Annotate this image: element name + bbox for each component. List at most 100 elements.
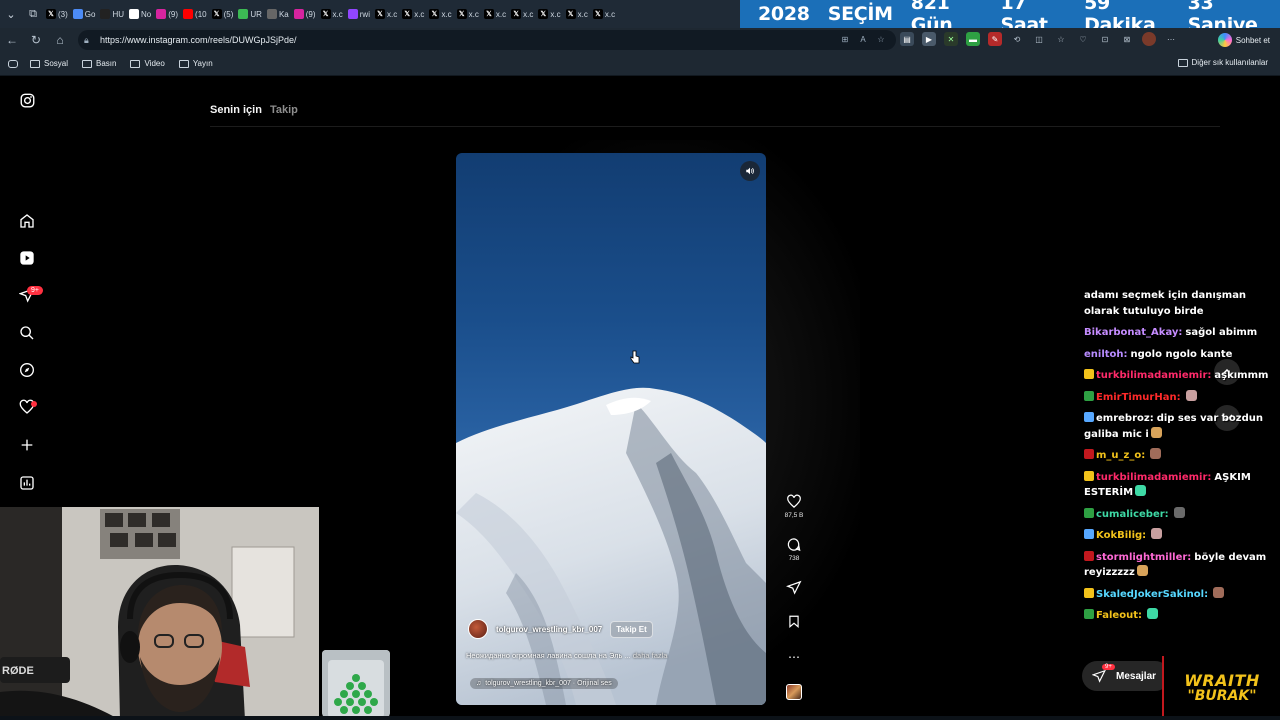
bookmark-folder[interactable]: Sosyal <box>30 59 68 68</box>
other-bookmarks[interactable]: Diğer sık kullanılanlar <box>1177 58 1268 67</box>
downloads-icon[interactable]: ⊠ <box>1120 32 1134 46</box>
browser-tab[interactable]: 𝕏x.c <box>400 3 426 25</box>
bookmark-folder[interactable]: Video <box>130 59 165 68</box>
extensions-puzzle-icon[interactable]: ⟲ <box>1010 32 1024 46</box>
folder-icon <box>30 59 40 68</box>
messages-button[interactable]: 9+ Mesajlar <box>1082 661 1170 691</box>
comment-button[interactable]: 738 <box>782 537 806 562</box>
reel-audio[interactable]: ♫ tolgurov_wrestling_kbr_007 · Orijinal … <box>470 678 618 689</box>
chat-badge-icon <box>1084 550 1094 561</box>
x-icon: 𝕏 <box>374 9 385 19</box>
extension-icon[interactable]: ✎ <box>988 32 1002 46</box>
chat-username[interactable]: turkbilimadamiemir: <box>1096 370 1211 381</box>
refresh-icon[interactable]: ↻ <box>24 28 48 52</box>
browser-tab[interactable]: HU <box>98 3 126 25</box>
chat-username[interactable]: eniltoh: <box>1084 349 1128 360</box>
home-icon[interactable]: ⌂ <box>48 28 72 52</box>
back-icon[interactable]: ← <box>0 28 24 52</box>
browser-tab[interactable]: 𝕏 (3) <box>44 3 70 25</box>
extension-icon[interactable]: ▤ <box>900 32 914 46</box>
chat-username[interactable]: stormlightmiller: <box>1096 552 1191 563</box>
reel-video[interactable]: tolgurov_wrestling_kbr_007 Takip Et Неож… <box>456 153 766 705</box>
browser-tab[interactable]: 𝕏x.c <box>482 3 508 25</box>
x-icon: 𝕏 <box>592 9 603 19</box>
browser-tab[interactable]: (9) <box>292 3 318 25</box>
tab-label: x.c <box>604 9 616 19</box>
chat-message: KokBilig: <box>1084 528 1270 544</box>
browser-tab[interactable]: 𝕏x.c <box>319 3 345 25</box>
browser-tab[interactable]: 𝕏x.c <box>455 3 481 25</box>
browser-tab[interactable]: 𝕏x.c <box>536 3 562 25</box>
split-screen-icon[interactable]: ◫ <box>1032 32 1046 46</box>
tab-actions-chevron-icon[interactable]: ⌄ <box>0 3 22 25</box>
author-avatar[interactable] <box>468 619 488 639</box>
browser-essentials-icon[interactable]: ⊡ <box>1098 32 1112 46</box>
chat-username[interactable]: KokBilig: <box>1096 530 1146 541</box>
favorites-icon[interactable]: ☆ <box>1054 32 1068 46</box>
copilot-button[interactable]: Sohbet et <box>1217 31 1270 49</box>
browser-tab[interactable]: 𝕏x.c <box>427 3 453 25</box>
chat-username[interactable]: EmirTimurHan: <box>1096 392 1181 403</box>
browser-tab[interactable]: 𝕏x.c <box>564 3 590 25</box>
x-icon: 𝕏 <box>483 9 494 19</box>
sidebar-toggle-icon[interactable] <box>8 59 18 68</box>
audio-thumbnail[interactable] <box>786 684 802 700</box>
x-icon: 𝕏 <box>320 9 331 19</box>
follow-button[interactable]: Takip Et <box>610 620 653 638</box>
home-icon[interactable] <box>18 212 36 230</box>
chat-username[interactable]: SkaledJokerSakinol: <box>1096 589 1208 600</box>
collections-icon[interactable]: ♡ <box>1076 32 1090 46</box>
create-plus-icon[interactable] <box>18 436 36 454</box>
tab-following[interactable]: Takip <box>270 104 298 116</box>
favorite-star-icon[interactable]: ☆ <box>874 32 888 46</box>
browser-tab[interactable]: (9) <box>154 3 180 25</box>
url-field[interactable]: 🔒︎ https://www.instagram.com/reels/DUWGp… <box>78 30 896 50</box>
chat-username[interactable]: Bikarbonat_Akay: <box>1084 327 1182 338</box>
like-button[interactable]: 87,5 B <box>782 494 806 519</box>
reels-icon[interactable] <box>18 249 36 267</box>
apps-icon[interactable]: ⊞ <box>838 32 852 46</box>
chat-username[interactable]: Faleout: <box>1096 610 1142 621</box>
countdown-election: SEÇİM <box>827 3 893 25</box>
author-username[interactable]: tolgurov_wrestling_kbr_007 <box>496 625 602 634</box>
search-icon[interactable] <box>18 324 36 342</box>
tab-for-you[interactable]: Senin için <box>210 104 262 116</box>
bookmark-folder[interactable]: Yayın <box>178 59 213 68</box>
extension-icon[interactable]: ▶ <box>922 32 936 46</box>
browser-tab[interactable]: rwi <box>346 3 372 25</box>
share-button[interactable] <box>782 580 806 595</box>
extension-icon[interactable]: ✕ <box>944 32 958 46</box>
youtube-icon <box>183 9 194 19</box>
more-menu-icon[interactable]: ⋯ <box>1164 32 1178 46</box>
sound-toggle-icon[interactable] <box>740 161 760 181</box>
bookmark-folder[interactable]: Basın <box>82 59 116 68</box>
folder-icon <box>178 59 189 68</box>
extension-icon[interactable]: ▬ <box>966 32 980 46</box>
workspaces-icon[interactable]: ⧉ <box>22 3 44 25</box>
read-aloud-icon[interactable]: A <box>856 32 870 46</box>
shop-icon <box>238 9 249 19</box>
browser-tab[interactable]: No <box>127 3 153 25</box>
instagram-logo-icon[interactable] <box>18 91 36 109</box>
chat-username[interactable]: emrebroz: <box>1096 413 1154 424</box>
dashboard-icon[interactable] <box>18 474 36 492</box>
caption-more-link[interactable]: daha fazla <box>633 651 668 660</box>
profile-avatar[interactable] <box>1142 32 1156 46</box>
chat-username[interactable]: m_u_z_o: <box>1096 450 1145 461</box>
browser-tab[interactable]: Go <box>71 3 98 25</box>
copilot-label: Sohbet et <box>1235 35 1270 45</box>
more-options-icon[interactable]: ⋯ <box>782 650 806 664</box>
glass-cup <box>322 650 390 720</box>
browser-tab[interactable]: Ka <box>265 3 291 25</box>
tab-label: x.c <box>441 9 452 19</box>
browser-tab[interactable]: 𝕏x.c <box>591 3 617 25</box>
browser-tab[interactable]: 𝕏x.c <box>373 3 399 25</box>
chat-username[interactable]: turkbilimadamiemir: <box>1096 472 1211 483</box>
browser-tab[interactable]: 𝕏x.c <box>509 3 535 25</box>
explore-compass-icon[interactable] <box>18 361 36 379</box>
save-button[interactable] <box>782 614 806 629</box>
browser-tab[interactable]: 𝕏 (5) <box>210 3 236 25</box>
chat-username[interactable]: cumaliceber: <box>1096 509 1169 520</box>
browser-tab[interactable]: (10 <box>181 3 209 25</box>
browser-tab[interactable]: UR <box>236 3 264 25</box>
